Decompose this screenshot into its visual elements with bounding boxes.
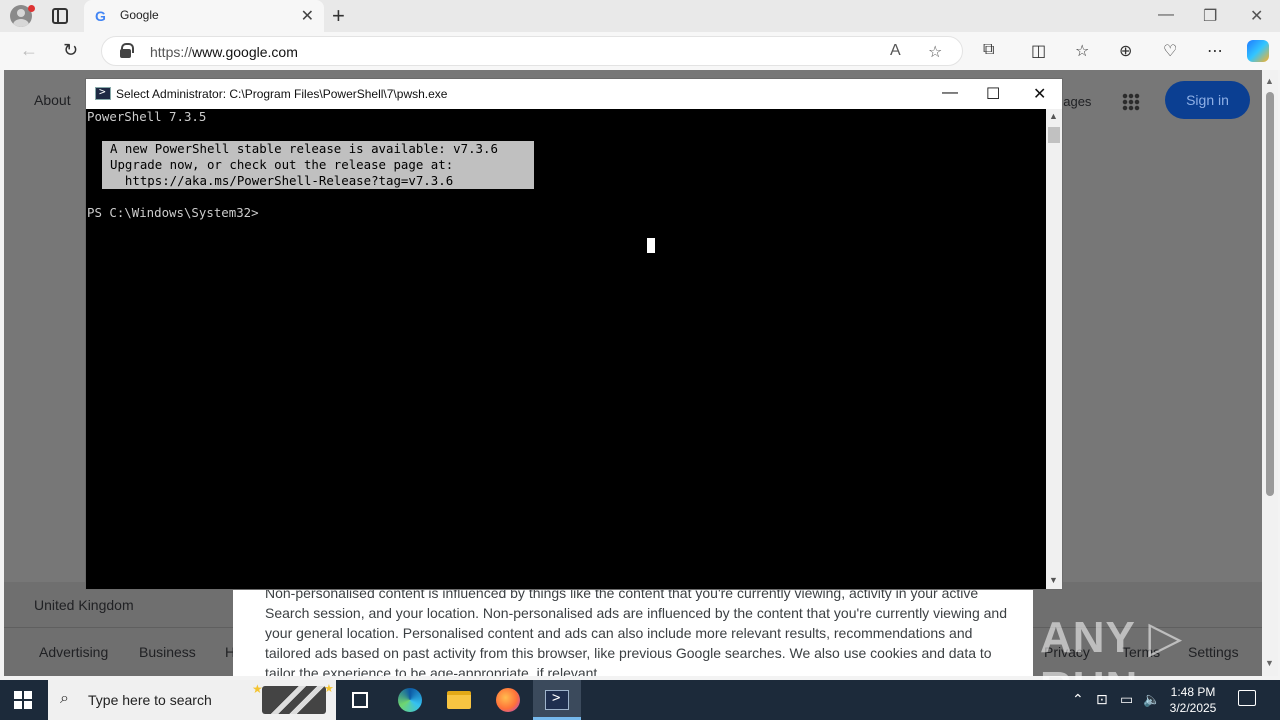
console-scroll-thumb[interactable]	[1048, 127, 1060, 143]
favorite-star-icon[interactable]: ☆	[928, 42, 942, 62]
tray-network-icon[interactable]: ▭	[1120, 691, 1133, 708]
edge-icon	[398, 688, 422, 712]
taskbar: ⌕ Type here to search ⌃ ⊡ ▭ 🔈 1:48 PM 3/…	[0, 680, 1280, 720]
notice-line: A new PowerShell stable release is avail…	[110, 141, 498, 156]
taskbar-edge[interactable]	[386, 680, 434, 720]
tab-title: Google	[120, 8, 159, 22]
file-explorer-icon	[447, 691, 471, 709]
extensions-icon[interactable]: ⧉	[983, 41, 994, 59]
windows-start-icon[interactable]	[14, 691, 32, 709]
powershell-scrollbar[interactable]: ▲ ▼	[1046, 109, 1062, 589]
powershell-icon	[95, 85, 111, 100]
browser-close-icon[interactable]: ✕	[1250, 6, 1263, 26]
taskbar-clock[interactable]: 1:48 PM 3/2/2025	[1165, 684, 1221, 716]
more-options-icon[interactable]: ⋯	[1207, 41, 1223, 61]
clock-date: 3/2/2025	[1169, 701, 1217, 715]
search-icon: ⌕	[60, 690, 69, 707]
tray-volume-icon[interactable]: 🔈	[1143, 691, 1160, 708]
powershell-maximize-icon[interactable]: ☐	[986, 84, 1000, 104]
cookie-consent-dialog: Non-personalised content is influenced b…	[233, 586, 1033, 676]
collections-icon[interactable]: ⊕	[1119, 41, 1132, 61]
notifications-icon[interactable]	[1238, 690, 1256, 706]
sign-in-button[interactable]: Sign in	[1165, 81, 1250, 119]
console-scroll-up-icon[interactable]: ▲	[1049, 111, 1058, 121]
text-cursor	[647, 238, 655, 253]
about-link[interactable]: About	[34, 92, 71, 108]
footer-link-business[interactable]: Business	[139, 644, 196, 660]
new-tab-icon[interactable]: +	[332, 3, 345, 29]
google-apps-icon[interactable]	[1122, 93, 1140, 111]
update-notice: A new PowerShell stable release is avail…	[102, 141, 534, 189]
split-screen-icon[interactable]: ◫	[1031, 41, 1046, 61]
browser-restore-icon[interactable]: ❐	[1203, 6, 1217, 26]
lock-icon[interactable]	[120, 43, 134, 58]
address-bar[interactable]: https://www.google.com A ☆	[101, 36, 963, 66]
search-highlight-icon	[252, 682, 334, 714]
browser-minimize-icon[interactable]: —	[1158, 6, 1174, 24]
task-view-icon	[352, 692, 368, 708]
scroll-up-icon[interactable]: ▲	[1265, 76, 1274, 86]
powershell-close-icon[interactable]: ✕	[1033, 84, 1046, 104]
powershell-prompt: PS C:\Windows\System32>	[87, 205, 259, 220]
tab-google[interactable]: G Google ✕	[84, 0, 324, 32]
tab-actions-icon[interactable]	[52, 8, 68, 24]
powershell-console[interactable]: PowerShell 7.3.5 A new PowerShell stable…	[86, 109, 1046, 589]
powershell-title-bar[interactable]: Select Administrator: C:\Program Files\P…	[86, 79, 1062, 109]
footer-link-advertising[interactable]: Advertising	[39, 644, 108, 660]
powershell-window[interactable]: Select Administrator: C:\Program Files\P…	[85, 78, 1063, 590]
notice-line: https://aka.ms/PowerShell-Release?tag=v7…	[110, 173, 454, 188]
taskbar-file-explorer[interactable]	[435, 680, 483, 720]
refresh-icon[interactable]: ↻	[63, 40, 78, 61]
browser-toolbar: ← ↻ https://www.google.com A ☆ ⧉ ◫ ☆ ⊕ ♡…	[0, 32, 1280, 70]
consent-text: Non-personalised content is influenced b…	[265, 586, 1007, 676]
powershell-minimize-icon[interactable]: —	[942, 84, 958, 102]
notice-line: Upgrade now, or check out the release pa…	[110, 157, 454, 172]
powershell-version-line: PowerShell 7.3.5	[87, 109, 207, 124]
browser-tab-bar: G Google ✕ + — ❐ ✕	[0, 0, 1280, 32]
taskbar-powershell[interactable]	[533, 680, 581, 720]
page-scroll-thumb[interactable]	[1266, 92, 1274, 496]
powershell-window-title: Select Administrator: C:\Program Files\P…	[116, 87, 448, 101]
tab-close-icon[interactable]: ✕	[301, 6, 314, 26]
read-aloud-icon[interactable]: A	[890, 42, 901, 60]
clock-time: 1:48 PM	[1170, 685, 1216, 699]
taskbar-search-box[interactable]: ⌕ Type here to search	[48, 680, 336, 720]
back-icon[interactable]: ←	[20, 40, 38, 61]
page-scrollbar[interactable]: ▲ ▼	[1262, 70, 1278, 676]
profile-notification-dot	[28, 5, 35, 12]
url-text: https://www.google.com	[150, 44, 298, 60]
console-scroll-down-icon[interactable]: ▼	[1049, 575, 1058, 585]
google-favicon-icon: G	[95, 8, 106, 24]
task-view-button[interactable]	[336, 680, 384, 720]
firefox-icon	[496, 688, 520, 712]
search-placeholder: Type here to search	[88, 692, 212, 708]
copilot-icon[interactable]	[1247, 40, 1269, 62]
tray-chevron-up-icon[interactable]: ⌃	[1072, 691, 1084, 708]
tray-network-adapter-icon[interactable]: ⊡	[1096, 691, 1108, 708]
country-label: United Kingdom	[34, 597, 134, 613]
taskbar-firefox[interactable]	[484, 680, 532, 720]
powershell-taskbar-icon	[545, 690, 569, 710]
browser-essentials-icon[interactable]: ♡	[1163, 41, 1177, 61]
favorites-icon[interactable]: ☆	[1075, 41, 1089, 61]
